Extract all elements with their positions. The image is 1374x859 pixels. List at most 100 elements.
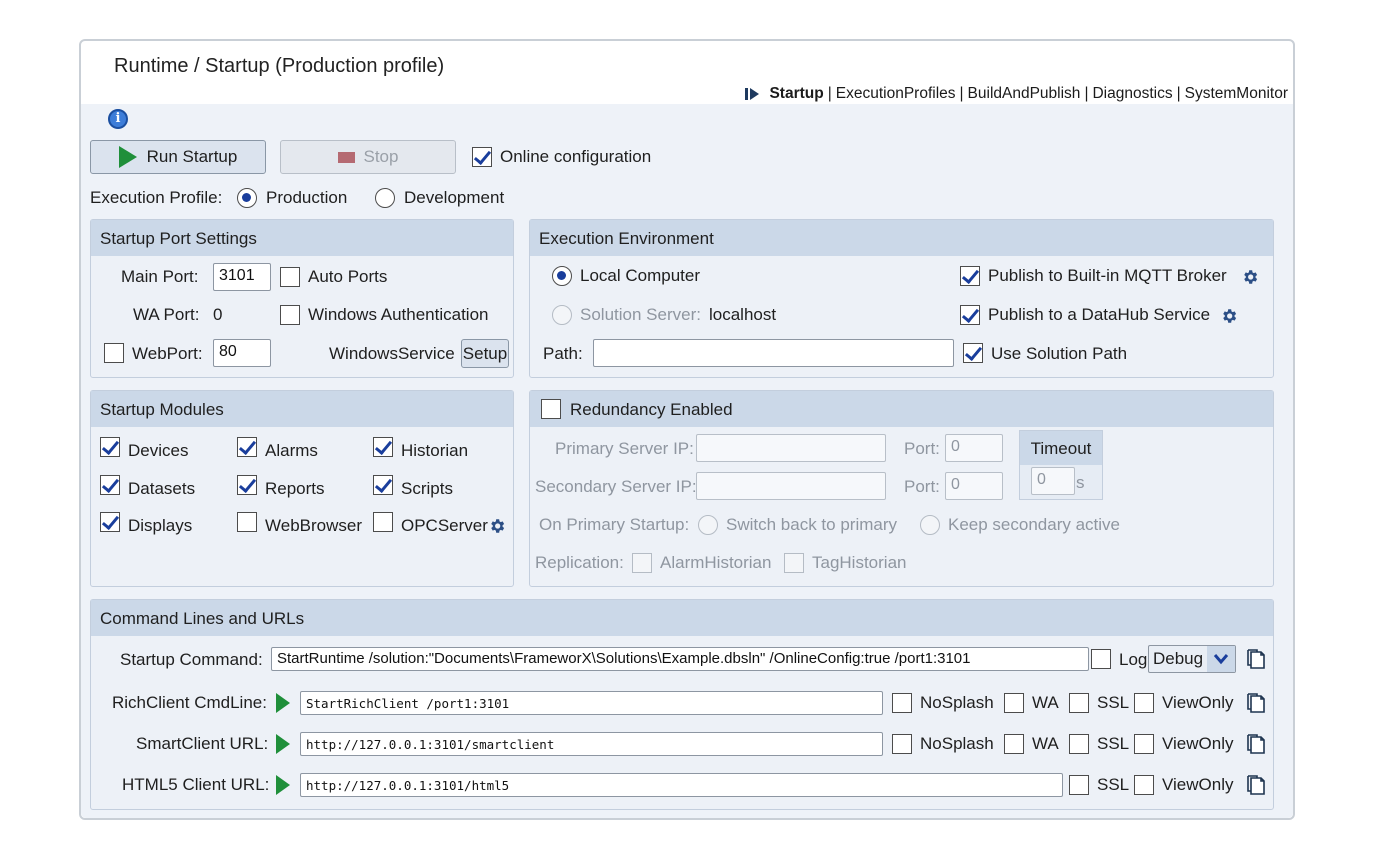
module-alarms-checkbox[interactable] (237, 437, 257, 457)
datahub-gear-icon[interactable] (1220, 307, 1238, 325)
module-opcserver-checkbox[interactable] (373, 512, 393, 532)
module-scripts-checkbox[interactable] (373, 475, 393, 495)
mqtt-gear-icon[interactable] (1241, 268, 1259, 286)
wa-port-label: WA Port: (133, 305, 200, 324)
module-displays-checkbox[interactable] (100, 512, 120, 532)
main-port-input[interactable]: 3101 (213, 263, 271, 291)
path-input[interactable] (593, 339, 954, 367)
module-datasets-checkbox[interactable] (100, 475, 120, 495)
replication-label: Replication: (535, 553, 624, 572)
opcserver-gear-icon[interactable] (488, 517, 506, 535)
copy-smartclient-icon[interactable] (1243, 732, 1267, 756)
startup-command-label: Startup Command: (120, 650, 263, 669)
module-webbrowser-checkbox[interactable] (237, 512, 257, 532)
richclient-viewonly-label: ViewOnly (1162, 693, 1234, 712)
richclient-nosplash-checkbox[interactable] (892, 693, 912, 713)
local-computer-radio[interactable] (552, 266, 572, 286)
primary-port-input[interactable]: 0 (945, 434, 1003, 462)
switch-back-radio[interactable] (698, 515, 718, 535)
stop-button[interactable]: Stop (280, 140, 456, 174)
windows-service-setup-button[interactable]: Setup (461, 339, 509, 368)
smartclient-wa-checkbox[interactable] (1004, 734, 1024, 754)
breadcrumb-diagnostics[interactable]: Diagnostics (1092, 85, 1172, 103)
breadcrumb-separator: | (827, 85, 832, 102)
tag-historian-label: TagHistorian (812, 553, 907, 572)
secondary-port-input[interactable]: 0 (945, 472, 1003, 500)
profile-production-radio[interactable] (237, 188, 257, 208)
info-icon[interactable]: i (108, 109, 128, 129)
keep-secondary-label: Keep secondary active (948, 515, 1120, 534)
startup-command-input[interactable]: StartRuntime /solution:"Documents\Framew… (271, 647, 1089, 671)
run-startup-button[interactable]: Run Startup (90, 140, 266, 174)
primary-ip-input[interactable] (696, 434, 886, 462)
module-datasets-label: Datasets (128, 479, 196, 498)
breadcrumb-startup[interactable]: Startup (769, 85, 823, 103)
use-solution-path-checkbox[interactable] (963, 343, 983, 363)
module-historian-checkbox[interactable] (373, 437, 393, 457)
profile-production-label: Production (266, 188, 348, 207)
richclient-ssl-checkbox[interactable] (1069, 693, 1089, 713)
main-port-label: Main Port: (121, 267, 199, 286)
timeout-input[interactable]: 0 (1031, 467, 1075, 495)
html5-input[interactable]: http://127.0.0.1:3101/html5 (300, 773, 1063, 797)
tag-historian-checkbox[interactable] (784, 553, 804, 573)
html5-viewonly-checkbox[interactable] (1134, 775, 1154, 795)
module-reports-checkbox[interactable] (237, 475, 257, 495)
richclient-run-button[interactable] (272, 690, 294, 716)
breadcrumb-system-monitor[interactable]: SystemMonitor (1185, 85, 1288, 103)
html5-run-button[interactable] (272, 772, 294, 798)
play-icon (276, 775, 290, 795)
smartclient-wa-label: WA (1032, 734, 1059, 753)
primary-port-label: Port: (904, 439, 940, 458)
webport-input[interactable]: 80 (213, 339, 271, 367)
port-settings-title: Startup Port Settings (91, 220, 513, 256)
switch-back-label: Switch back to primary (726, 515, 897, 534)
smartclient-input[interactable]: http://127.0.0.1:3101/smartclient (300, 732, 883, 756)
solution-server-value: localhost (709, 305, 777, 324)
breadcrumb-build-and-publish[interactable]: BuildAndPublish (968, 85, 1081, 103)
copy-html5-icon[interactable] (1243, 773, 1267, 797)
webport-label: WebPort: (132, 344, 203, 363)
copy-richclient-icon[interactable] (1243, 691, 1267, 715)
auto-ports-label: Auto Ports (308, 267, 388, 286)
online-config-checkbox[interactable] (472, 147, 492, 167)
play-icon (118, 146, 137, 168)
auto-ports-checkbox[interactable] (280, 267, 300, 287)
webport-checkbox[interactable] (104, 343, 124, 363)
command-lines-title: Command Lines and URLs (91, 600, 1273, 636)
html5-ssl-checkbox[interactable] (1069, 775, 1089, 795)
solution-server-radio[interactable] (552, 305, 572, 325)
module-opcserver-label: OPCServer (401, 516, 488, 535)
richclient-input[interactable]: StartRichClient /port1:3101 (300, 691, 883, 715)
execution-profile-label: Execution Profile: (90, 188, 223, 207)
smartclient-run-button[interactable] (272, 731, 294, 757)
smartclient-viewonly-checkbox[interactable] (1134, 734, 1154, 754)
windows-auth-checkbox[interactable] (280, 305, 300, 325)
publish-mqtt-checkbox[interactable] (960, 266, 980, 286)
smartclient-nosplash-label: NoSplash (920, 734, 994, 753)
redundancy-enabled-checkbox[interactable] (541, 399, 561, 419)
secondary-ip-input[interactable] (696, 472, 886, 500)
module-reports-label: Reports (265, 479, 325, 498)
current-page-marker-icon (745, 87, 761, 101)
log-level-select[interactable]: Debug (1148, 645, 1236, 673)
smartclient-label: SmartClient URL: (136, 734, 269, 753)
module-devices-checkbox[interactable] (100, 437, 120, 457)
richclient-viewonly-checkbox[interactable] (1134, 693, 1154, 713)
log-checkbox[interactable] (1091, 649, 1111, 669)
smartclient-ssl-checkbox[interactable] (1069, 734, 1089, 754)
copy-startup-command-icon[interactable] (1243, 647, 1267, 671)
profile-development-radio[interactable] (375, 188, 395, 208)
windows-auth-label: Windows Authentication (308, 305, 489, 324)
log-label: Log (1119, 650, 1148, 669)
publish-datahub-checkbox[interactable] (960, 305, 980, 325)
keep-secondary-radio[interactable] (920, 515, 940, 535)
smartclient-nosplash-checkbox[interactable] (892, 734, 912, 754)
breadcrumb-execution-profiles[interactable]: ExecutionProfiles (836, 85, 956, 103)
publish-datahub-label: Publish to a DataHub Service (988, 305, 1211, 324)
richclient-wa-checkbox[interactable] (1004, 693, 1024, 713)
play-icon (276, 734, 290, 754)
primary-ip-label: Primary Server IP: (555, 439, 694, 458)
breadcrumb-separator: | (959, 85, 964, 102)
alarm-historian-checkbox[interactable] (632, 553, 652, 573)
